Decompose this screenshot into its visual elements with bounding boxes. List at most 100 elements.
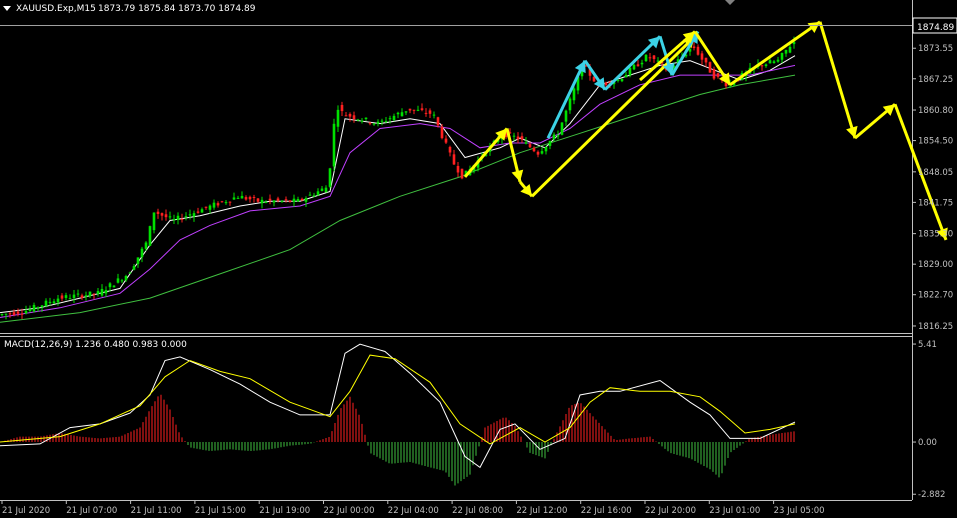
candle-body bbox=[372, 123, 376, 125]
candle-body bbox=[124, 275, 128, 281]
candle-body bbox=[528, 144, 532, 148]
candle-body bbox=[356, 119, 360, 121]
candle-body bbox=[140, 248, 144, 258]
time-tick-label: 21 Jul 19:00 bbox=[259, 506, 310, 516]
candle-body bbox=[316, 191, 320, 195]
candle-body bbox=[52, 301, 56, 304]
candle-body bbox=[256, 198, 260, 202]
candle-body bbox=[348, 113, 352, 117]
candle-body bbox=[248, 196, 252, 200]
candle-body bbox=[168, 216, 172, 218]
macd-axis: 5.41 0.00 -2.882 bbox=[912, 340, 945, 500]
price-tick-label: 1854.50 bbox=[918, 137, 953, 147]
candle-body bbox=[764, 64, 768, 67]
triangle-down-icon[interactable] bbox=[3, 6, 11, 11]
candle-body bbox=[512, 135, 516, 137]
candle-body bbox=[24, 310, 28, 314]
candle-body bbox=[180, 218, 184, 220]
candle-body bbox=[620, 78, 624, 82]
candle-body bbox=[396, 112, 400, 115]
time-tick-label: 22 Jul 00:00 bbox=[324, 506, 375, 516]
price-tick-label: 1822.70 bbox=[918, 291, 953, 301]
candle-body bbox=[564, 110, 568, 122]
candle-body bbox=[92, 293, 96, 295]
candle-body bbox=[96, 291, 100, 294]
candle-body bbox=[340, 104, 344, 112]
candle-body bbox=[0, 314, 4, 316]
candle-body bbox=[220, 201, 224, 203]
candle-body bbox=[212, 202, 216, 208]
candle-body bbox=[692, 46, 696, 49]
price-tick-label: 1873.55 bbox=[918, 44, 953, 54]
time-tick-label: 22 Jul 08:00 bbox=[452, 506, 503, 516]
candle-body bbox=[292, 198, 296, 202]
candle-body bbox=[116, 278, 120, 283]
candle-body bbox=[452, 154, 456, 165]
candle-body bbox=[648, 57, 652, 59]
candle-body bbox=[344, 115, 348, 117]
price-tick-label: 1848.05 bbox=[918, 168, 953, 178]
candle-body bbox=[520, 136, 524, 140]
candle-body bbox=[368, 122, 372, 124]
candle-body bbox=[268, 198, 272, 201]
time-tick-label: 23 Jul 01:00 bbox=[709, 506, 760, 516]
candle-body bbox=[652, 55, 656, 59]
candle-body bbox=[540, 151, 544, 154]
candle-body bbox=[72, 294, 76, 298]
candle-body bbox=[420, 108, 424, 111]
candle-body bbox=[232, 197, 236, 200]
candle-body bbox=[632, 64, 636, 70]
time-tick-label: 21 Jul 07:00 bbox=[66, 506, 117, 516]
price-axis: 1873.55 1867.25 1860.80 1854.50 1848.05 1841.… bbox=[912, 44, 953, 332]
candle-body bbox=[84, 295, 88, 297]
macd-tick-label: 0.00 bbox=[918, 438, 937, 448]
trend-arrow-head bbox=[511, 169, 524, 182]
candle-body bbox=[40, 305, 44, 308]
candle-body bbox=[4, 313, 8, 315]
candle-body bbox=[424, 112, 428, 114]
candle-body bbox=[636, 64, 640, 67]
time-tick-label: 22 Jul 04:00 bbox=[388, 506, 439, 516]
candle-body bbox=[80, 295, 84, 298]
candle-body bbox=[20, 313, 24, 315]
scroll-marker-icon[interactable] bbox=[725, 0, 735, 5]
candle-body bbox=[192, 213, 196, 217]
candle-body bbox=[628, 67, 632, 76]
candle-body bbox=[784, 49, 788, 54]
candle-body bbox=[760, 65, 764, 67]
candle-body bbox=[120, 280, 124, 282]
price-tick-label: 1867.25 bbox=[918, 75, 953, 85]
candle-body bbox=[704, 57, 708, 63]
candle-body bbox=[404, 111, 408, 113]
candle-body bbox=[336, 109, 340, 127]
candle-body bbox=[556, 135, 560, 137]
candle-body bbox=[448, 146, 452, 153]
candle-body bbox=[408, 108, 412, 111]
ohlc-values: 1873.79 1875.84 1873.70 1874.89 bbox=[98, 4, 256, 14]
time-tick-label: 21 Jul 15:00 bbox=[195, 506, 246, 516]
trading-chart[interactable]: 1873.55 1867.25 1860.80 1854.50 1848.05 1841.… bbox=[0, 0, 957, 518]
candle-body bbox=[76, 293, 80, 295]
candle-body bbox=[352, 115, 356, 120]
candle-body bbox=[280, 200, 284, 202]
trend-arrow-shaft bbox=[530, 35, 697, 198]
candle-body bbox=[640, 62, 644, 65]
candle-body bbox=[284, 199, 288, 201]
trend-arrow-shaft bbox=[818, 21, 857, 139]
macd-tick-label: 5.41 bbox=[918, 340, 937, 350]
candle-body bbox=[244, 197, 248, 200]
candle-body bbox=[12, 312, 16, 315]
candle-body bbox=[272, 200, 276, 203]
candle-body bbox=[312, 195, 316, 197]
candle-body bbox=[644, 54, 648, 62]
candle-body bbox=[28, 309, 32, 312]
candle-body bbox=[164, 214, 168, 218]
ma-line-ma_fast bbox=[0, 55, 796, 314]
price-tick-label: 1860.80 bbox=[918, 106, 953, 116]
candle-body bbox=[304, 198, 308, 202]
candle-body bbox=[532, 147, 536, 152]
price-tick-label: 1841.75 bbox=[918, 198, 953, 208]
time-tick-label: 21 Jul 11:00 bbox=[131, 506, 182, 516]
candle-body bbox=[536, 151, 540, 155]
candle-body bbox=[332, 123, 336, 167]
